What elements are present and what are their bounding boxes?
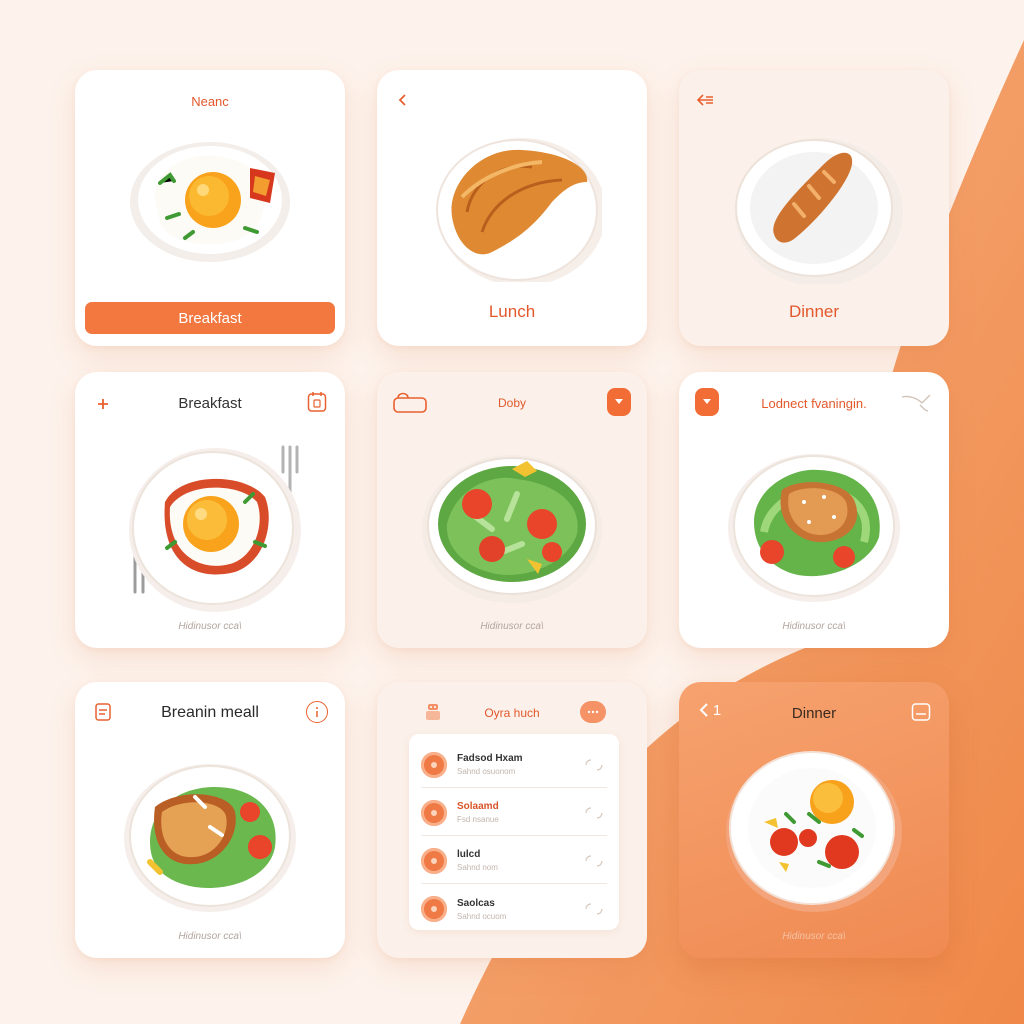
chicken-salad-plate-image xyxy=(724,442,904,607)
card-title: Dinner xyxy=(791,704,837,722)
list-item[interactable]: Solaamd Fsd nsanue xyxy=(421,790,607,836)
dinner-label: Dinner xyxy=(788,302,840,321)
list-item-subtitle: Sahnd osuonom xyxy=(457,767,516,776)
breakfast-button[interactable]: Breakfast xyxy=(83,300,337,336)
list-item-subtitle: Sahnd nom xyxy=(457,863,498,872)
list-item-title: lulcd xyxy=(457,849,481,860)
list-item[interactable]: lulcd Sahnd nom xyxy=(421,838,607,884)
refresh-icon[interactable] xyxy=(581,899,607,919)
card-header: Neanc xyxy=(75,88,345,114)
lunch-list-card[interactable]: Oyra huch Fadsod Hxam Sahnd osuonom Sola… xyxy=(377,682,647,958)
chevron-left-icon[interactable] xyxy=(391,88,415,112)
back-arrow-icon[interactable] xyxy=(693,88,717,112)
more-icon[interactable] xyxy=(579,700,607,724)
card-footnote: Hidinusor cca\ xyxy=(178,621,242,632)
breakfast-card[interactable]: Neanc Breakfast xyxy=(75,70,345,346)
chevron-down-icon[interactable] xyxy=(607,388,631,416)
card-title: Neanc xyxy=(191,93,229,109)
meal-list: Fadsod Hxam Sahnd osuonom Solaamd Fsd ns… xyxy=(409,734,619,930)
egg-tomato-plate-image xyxy=(724,742,904,917)
list-item-icon xyxy=(421,751,447,778)
list-item-subtitle: Sahnd ocuom xyxy=(457,911,507,921)
dinner-detail-card[interactable]: 1 Dinner Hidinusor cca\ xyxy=(679,682,949,958)
salad-bowl-image xyxy=(417,444,607,609)
list-item-title: Saolcas xyxy=(457,897,495,909)
list-item-subtitle: Fsd nsanue xyxy=(457,815,499,824)
chicken-salad-card[interactable]: Lodnect fvaningin. Hidinusor cca\ xyxy=(679,372,949,648)
card-footnote: Hidinusor cca\ xyxy=(480,621,544,632)
calendar-icon[interactable] xyxy=(305,390,329,414)
lunch-label: Lunch xyxy=(488,302,536,321)
meal-card[interactable]: Breanin meall Hidinusor cca\ xyxy=(75,682,345,958)
refresh-icon[interactable] xyxy=(581,803,607,823)
fried-egg-plate-image xyxy=(125,128,295,273)
breakfast-detail-card[interactable]: Breakfast Hidinusor cca\ xyxy=(75,372,345,648)
list-item-title: Solaamd xyxy=(457,801,499,812)
list-item-icon xyxy=(421,799,447,826)
list-item-title: Fadsod Hxam xyxy=(457,753,523,764)
refresh-icon[interactable] xyxy=(581,851,607,871)
salad-card[interactable]: Doby Hidinusor cca\ xyxy=(377,372,647,648)
list-item[interactable]: Fadsod Hxam Sahnd osuonom xyxy=(421,742,607,788)
card-footnote: Hidinusor cca\ xyxy=(782,621,846,632)
list-item[interactable]: Saolcas Sahnd ocuom xyxy=(421,886,607,932)
list-item-icon xyxy=(421,847,447,874)
bread-plate-image xyxy=(724,124,904,289)
card-title: Breanin meall xyxy=(161,704,259,721)
dinner-card[interactable]: Dinner xyxy=(679,70,949,346)
card-title: Doby xyxy=(497,396,526,410)
croissant-plate-image xyxy=(422,122,606,287)
list-item-icon xyxy=(421,896,447,922)
card-title: Breakfast xyxy=(178,394,242,412)
egg-plate-with-fork-image xyxy=(115,442,315,617)
card-title: Oyra huch xyxy=(484,706,540,720)
lunch-card[interactable]: Lunch xyxy=(377,70,647,346)
card-footnote: Hidinusor cca\ xyxy=(178,931,242,942)
card-footnote: Hidinusor cca\ xyxy=(782,931,846,942)
toast-salad-plate-image xyxy=(120,752,300,917)
card-title: Lodnect fvaningin. xyxy=(761,395,867,411)
info-icon[interactable] xyxy=(305,700,329,724)
whisk-icon[interactable] xyxy=(899,390,933,414)
refresh-icon[interactable] xyxy=(581,755,607,775)
tray-icon[interactable] xyxy=(909,700,933,724)
